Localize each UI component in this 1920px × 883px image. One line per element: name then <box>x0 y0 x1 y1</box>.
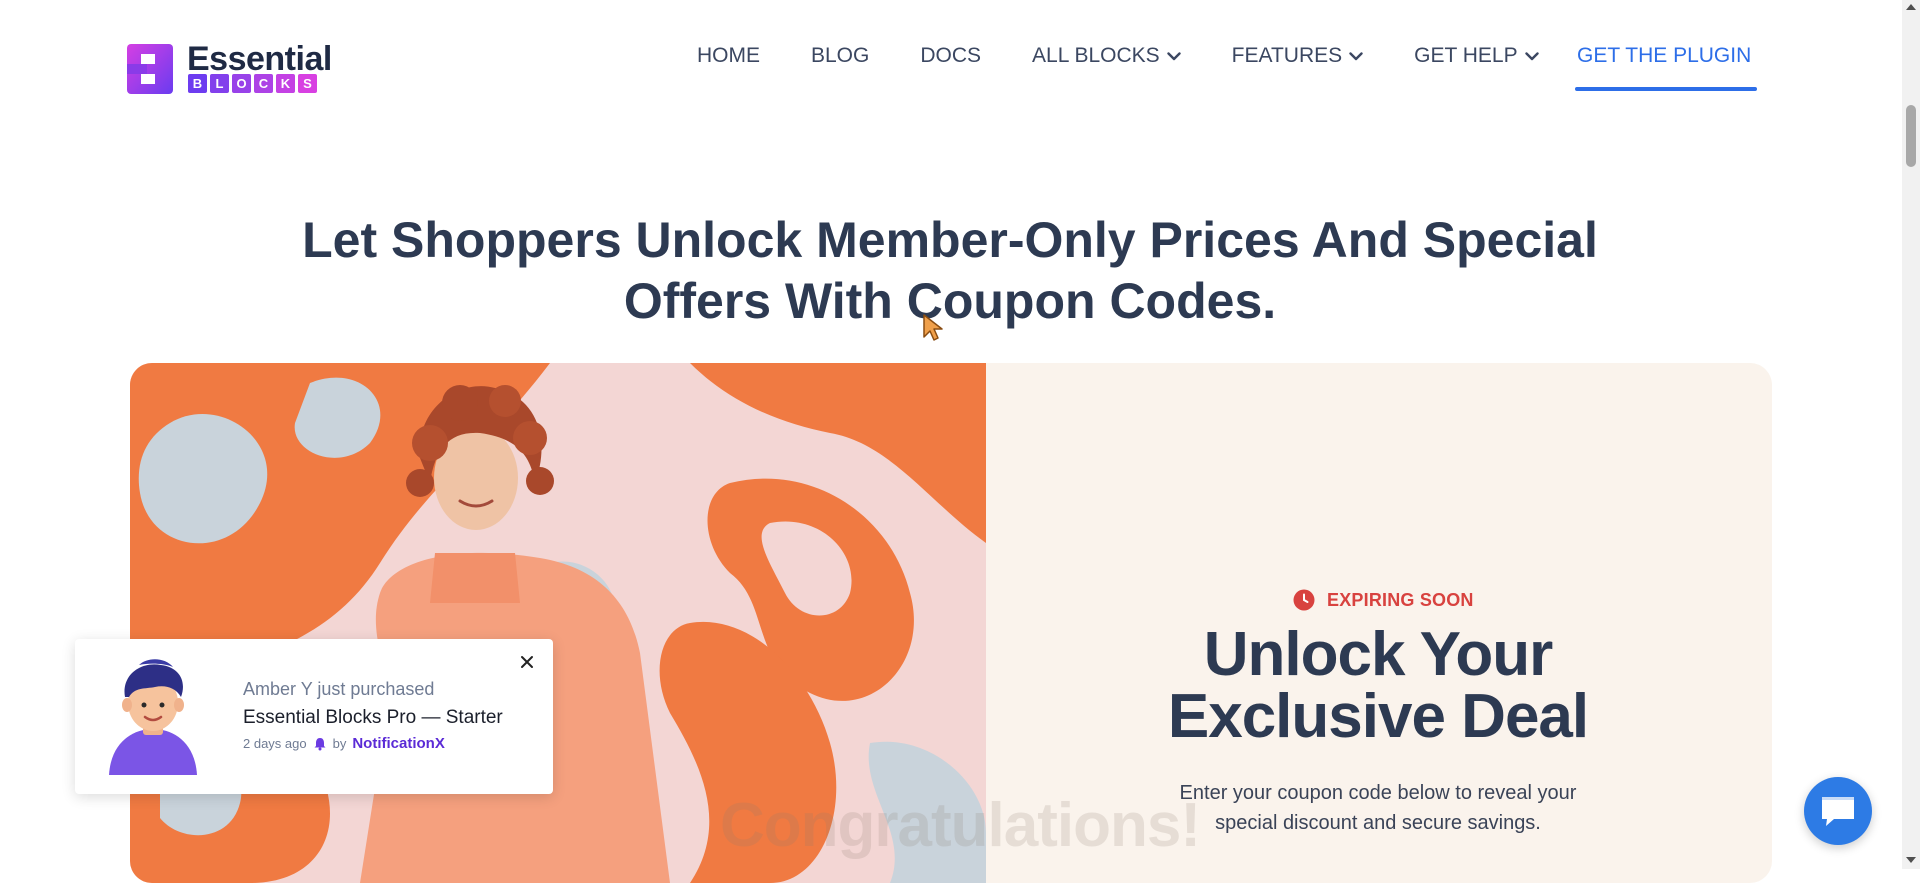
notification-by: by <box>332 736 347 751</box>
site-logo[interactable]: Essential B L O C K S <box>127 40 332 96</box>
notification-time: 2 days ago <box>243 736 307 751</box>
scroll-thumb[interactable] <box>1906 105 1916 167</box>
notificationx-brand[interactable]: NotificationX <box>352 735 445 752</box>
close-icon[interactable] <box>519 654 535 670</box>
notification-buyer: Amber Y just purchased <box>243 679 435 699</box>
logo-letter: S <box>298 74 317 93</box>
nav-get-help[interactable]: GET HELP <box>1414 44 1539 68</box>
scroll-up-icon[interactable] <box>1906 4 1916 10</box>
chat-icon <box>1822 797 1854 826</box>
nav-home[interactable]: HOME <box>697 44 760 68</box>
chevron-down-icon <box>1166 51 1181 60</box>
main-nav: HOME BLOG DOCS ALL BLOCKS FEATURES GET H… <box>697 44 1590 68</box>
logo-mark-icon <box>127 44 173 94</box>
deal-description: Enter your coupon code below to reveal y… <box>1128 778 1628 838</box>
avatar <box>109 659 197 775</box>
headline-line-1: Let Shoppers Unlock Member-Only Prices A… <box>302 212 1598 268</box>
nav-all-blocks-label: ALL BLOCKS <box>1032 44 1160 67</box>
notification-meta: 2 days ago by NotificationX <box>243 735 445 752</box>
expiring-label: EXPIRING SOON <box>1327 589 1474 610</box>
nav-docs-label: DOCS <box>920 44 982 67</box>
logo-letter: K <box>276 74 295 93</box>
nav-features-label: FEATURES <box>1231 44 1343 67</box>
active-nav-underline <box>1575 87 1757 91</box>
chevron-down-icon <box>1349 51 1363 60</box>
chat-button[interactable] <box>1804 777 1872 845</box>
scroll-down-icon[interactable] <box>1906 857 1916 863</box>
bell-icon <box>314 737 326 750</box>
deal-desc-line-2: special discount and secure savings. <box>1215 812 1541 834</box>
nav-docs[interactable]: DOCS <box>920 44 981 68</box>
get-plugin-link[interactable]: GET THE PLUGIN <box>1577 44 1751 68</box>
deal-desc-line-1: Enter your coupon code below to reveal y… <box>1179 782 1577 804</box>
logo-letter: B <box>188 74 207 93</box>
mouse-cursor-icon <box>923 314 943 341</box>
vertical-scrollbar[interactable] <box>1902 0 1920 869</box>
clock-icon <box>1293 589 1315 611</box>
deal-title-line-1: Unlock Your <box>1203 620 1553 689</box>
deal-title: Unlock Your Exclusive Deal <box>1078 624 1678 748</box>
purchase-notification[interactable]: Amber Y just purchased Essential Blocks … <box>75 639 553 794</box>
logo-letter: C <box>254 74 273 93</box>
nav-blog[interactable]: BLOG <box>811 44 869 68</box>
nav-home-label: HOME <box>697 44 760 67</box>
notification-product: Essential Blocks Pro — Starter <box>243 707 503 728</box>
headline-line-2: Offers With Coupon Codes. <box>623 273 1277 329</box>
logo-letter: L <box>210 74 229 93</box>
logo-blocks-letters: B L O C K S <box>188 74 317 93</box>
page-headline: Let Shoppers Unlock Member-Only Prices A… <box>200 210 1700 332</box>
nav-get-help-label: GET HELP <box>1414 44 1518 67</box>
logo-letter: O <box>232 74 251 93</box>
expiring-badge: EXPIRING SOON <box>1293 589 1474 611</box>
nav-all-blocks[interactable]: ALL BLOCKS <box>1032 44 1181 68</box>
nav-features[interactable]: FEATURES <box>1232 44 1363 68</box>
chevron-down-icon <box>1524 51 1539 60</box>
deal-title-line-2: Exclusive Deal <box>1167 682 1589 751</box>
nav-blog-label: BLOG <box>811 44 870 67</box>
